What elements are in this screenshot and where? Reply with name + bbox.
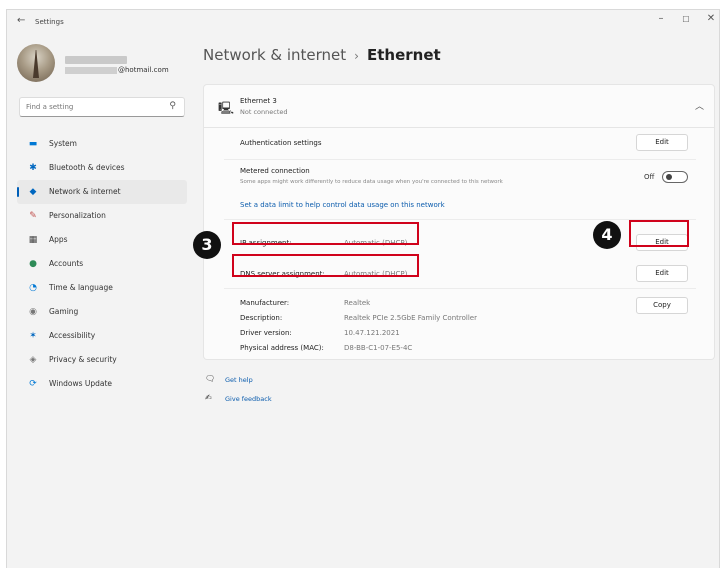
profile-name-redacted [65, 56, 127, 64]
email-suffix: @hotmail.com [118, 66, 169, 74]
dns-assignment-highlight [232, 254, 419, 277]
breadcrumb-separator: › [354, 49, 359, 63]
bluetooth-and-devices-icon: ✱ [29, 163, 37, 173]
ip-assignment-highlight [232, 222, 419, 245]
search-placeholder: Find a setting [26, 103, 74, 111]
ethernet-icon: 🖳 [218, 101, 235, 115]
sidebar-item-label: Accounts [49, 259, 84, 268]
get-help-link[interactable]: Get help [225, 376, 253, 384]
minimize-icon[interactable]: – [651, 13, 671, 24]
divider [224, 159, 696, 160]
metered-connection-description: Some apps might work differently to redu… [240, 179, 503, 185]
accessibility-icon: ✶ [29, 331, 37, 341]
sidebar-item-system[interactable]: ▬ System [17, 132, 187, 156]
sidebar-item-label: Privacy & security [49, 355, 117, 364]
sidebar-item-windows-update[interactable]: ⟳ Windows Update [17, 372, 187, 396]
close-icon[interactable]: ✕ [701, 13, 721, 24]
settings-window: ← Settings – ☐ ✕ @hotmail.com Find a set… [6, 9, 720, 568]
sidebar-item-accessibility[interactable]: ✶ Accessibility [17, 324, 187, 348]
sidebar-item-label: System [49, 139, 77, 148]
app-title: Settings [35, 18, 64, 26]
ethernet-adapter-header[interactable]: 🖳 Ethernet 3 Not connected ︿ [203, 84, 715, 128]
sidebar-item-label: Network & internet [49, 187, 121, 196]
sidebar-item-label: Windows Update [49, 379, 113, 388]
sidebar-item-time-and-language[interactable]: ◔ Time & language [17, 276, 187, 300]
maximize-icon[interactable]: ☐ [676, 15, 696, 24]
personalization-icon: ✎ [29, 211, 37, 221]
sidebar-nav: ▬ System ✱ Bluetooth & devices ◆ Network & in… [17, 132, 187, 396]
sidebar-item-accounts[interactable]: ● Accounts [17, 252, 187, 276]
page-title: Ethernet [366, 46, 441, 64]
windows-update-icon: ⟳ [29, 379, 37, 389]
search-icon: ⚲ [169, 101, 176, 111]
chevron-up-icon[interactable]: ︿ [695, 99, 704, 112]
active-indicator [17, 187, 19, 197]
back-arrow-icon[interactable]: ← [17, 15, 25, 26]
edit-button-highlight [629, 220, 689, 247]
adapter-status: Not connected [240, 108, 288, 116]
sidebar-item-label: Personalization [49, 211, 106, 220]
property-label: Driver version: [240, 329, 292, 337]
set-data-limit-link[interactable]: Set a data limit to help control data us… [240, 201, 445, 209]
sidebar-item-gaming[interactable]: ◉ Gaming [17, 300, 187, 324]
privacy-and-security-icon: ◈ [29, 355, 37, 365]
sidebar-item-label: Accessibility [49, 331, 96, 340]
property-label: Description: [240, 314, 283, 322]
property-label: Manufacturer: [240, 299, 290, 307]
sidebar-item-personalization[interactable]: ✎ Personalization [17, 204, 187, 228]
sidebar-item-apps[interactable]: ▦ Apps [17, 228, 187, 252]
metered-connection-toggle[interactable] [662, 171, 688, 183]
user-profile[interactable]: @hotmail.com [17, 44, 187, 84]
time-and-language-icon: ◔ [29, 283, 37, 293]
give-feedback-link[interactable]: Give feedback [225, 395, 272, 403]
sidebar-item-label: Time & language [49, 283, 113, 292]
sidebar-item-label: Bluetooth & devices [49, 163, 125, 172]
property-value: Realtek [344, 299, 371, 307]
breadcrumb-parent[interactable]: Network & internet [203, 46, 346, 64]
property-label: Physical address (MAC): [240, 344, 324, 352]
property-value: D8-BB-C1-07-E5-4C [344, 344, 413, 352]
profile-email: @hotmail.com [65, 66, 169, 74]
sidebar-item-network-and-internet[interactable]: ◆ Network & internet [17, 180, 187, 204]
search-input[interactable]: Find a setting ⚲ [19, 97, 185, 117]
adapter-name: Ethernet 3 [240, 97, 277, 105]
sidebar-item-label: Apps [49, 235, 68, 244]
authentication-settings-label: Authentication settings [240, 139, 322, 147]
title-bar: ← Settings – ☐ ✕ [7, 10, 719, 36]
property-value: 10.47.121.2021 [344, 329, 400, 337]
divider [224, 219, 696, 220]
property-value: Realtek PCIe 2.5GbE Family Controller [344, 314, 477, 322]
step-3-badge: 3 [193, 231, 221, 259]
sidebar-item-privacy-and-security[interactable]: ◈ Privacy & security [17, 348, 187, 372]
breadcrumb: Network & internet › Ethernet [203, 46, 441, 64]
apps-icon: ▦ [28, 235, 38, 245]
system-icon: ▬ [28, 139, 38, 149]
email-redacted [65, 66, 117, 74]
help-icon: 🗨 [205, 374, 216, 383]
step-4-badge: 4 [593, 221, 621, 249]
feedback-icon: ✍ [205, 393, 212, 402]
accounts-icon: ● [29, 259, 37, 269]
network-and-internet-icon: ◆ [29, 187, 37, 197]
authentication-edit-button[interactable]: Edit [636, 134, 688, 151]
gaming-icon: ◉ [29, 307, 37, 317]
sidebar-item-label: Gaming [49, 307, 79, 316]
copy-properties-button[interactable]: Copy [636, 297, 688, 314]
avatar [17, 44, 55, 82]
divider [224, 288, 696, 289]
dns-server-edit-button[interactable]: Edit [636, 265, 688, 282]
metered-connection-label: Metered connection [240, 167, 310, 175]
toggle-knob [666, 174, 672, 180]
metered-toggle-state: Off [644, 173, 655, 181]
sidebar-item-bluetooth-and-devices[interactable]: ✱ Bluetooth & devices [17, 156, 187, 180]
